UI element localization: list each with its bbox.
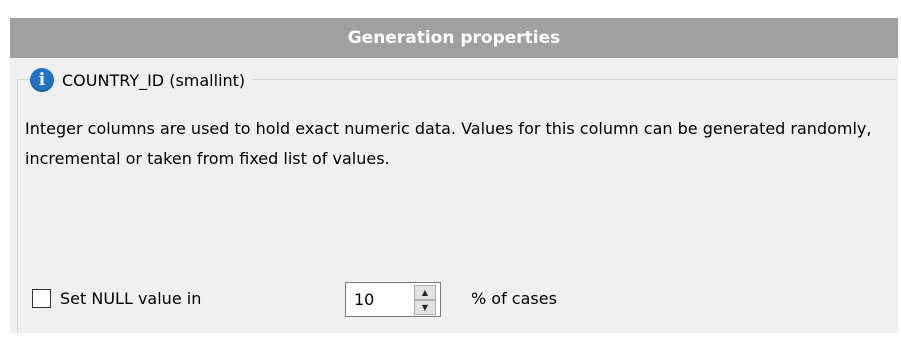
column-name-label: COUNTRY_ID (smallint) [62,70,246,90]
spin-up-button[interactable]: ▲ [414,285,436,300]
null-percent-input[interactable]: 10 [354,290,374,310]
null-percent-spinner[interactable]: 10 ▲ ▼ [345,282,441,317]
set-null-label[interactable]: Set NULL value in [60,288,201,310]
arrow-up-icon: ▲ [421,288,429,297]
generation-properties-panel: Generation properties i COUNTRY_ID (smal… [10,18,898,333]
column-group-title: i COUNTRY_ID (smallint) [30,65,253,95]
null-settings-row: Set NULL value in 10 ▲ ▼ % of cases [32,282,892,317]
set-null-checkbox[interactable] [32,289,51,308]
group-border-left [17,79,18,333]
spin-down-button[interactable]: ▼ [414,300,436,315]
column-description: Integer columns are used to hold exact n… [25,119,872,168]
panel-title: Generation properties [347,28,561,48]
panel-header: Generation properties [10,18,898,58]
arrow-down-icon: ▼ [421,303,429,312]
percent-of-cases-label: % of cases [471,289,557,308]
info-icon: i [30,68,54,92]
